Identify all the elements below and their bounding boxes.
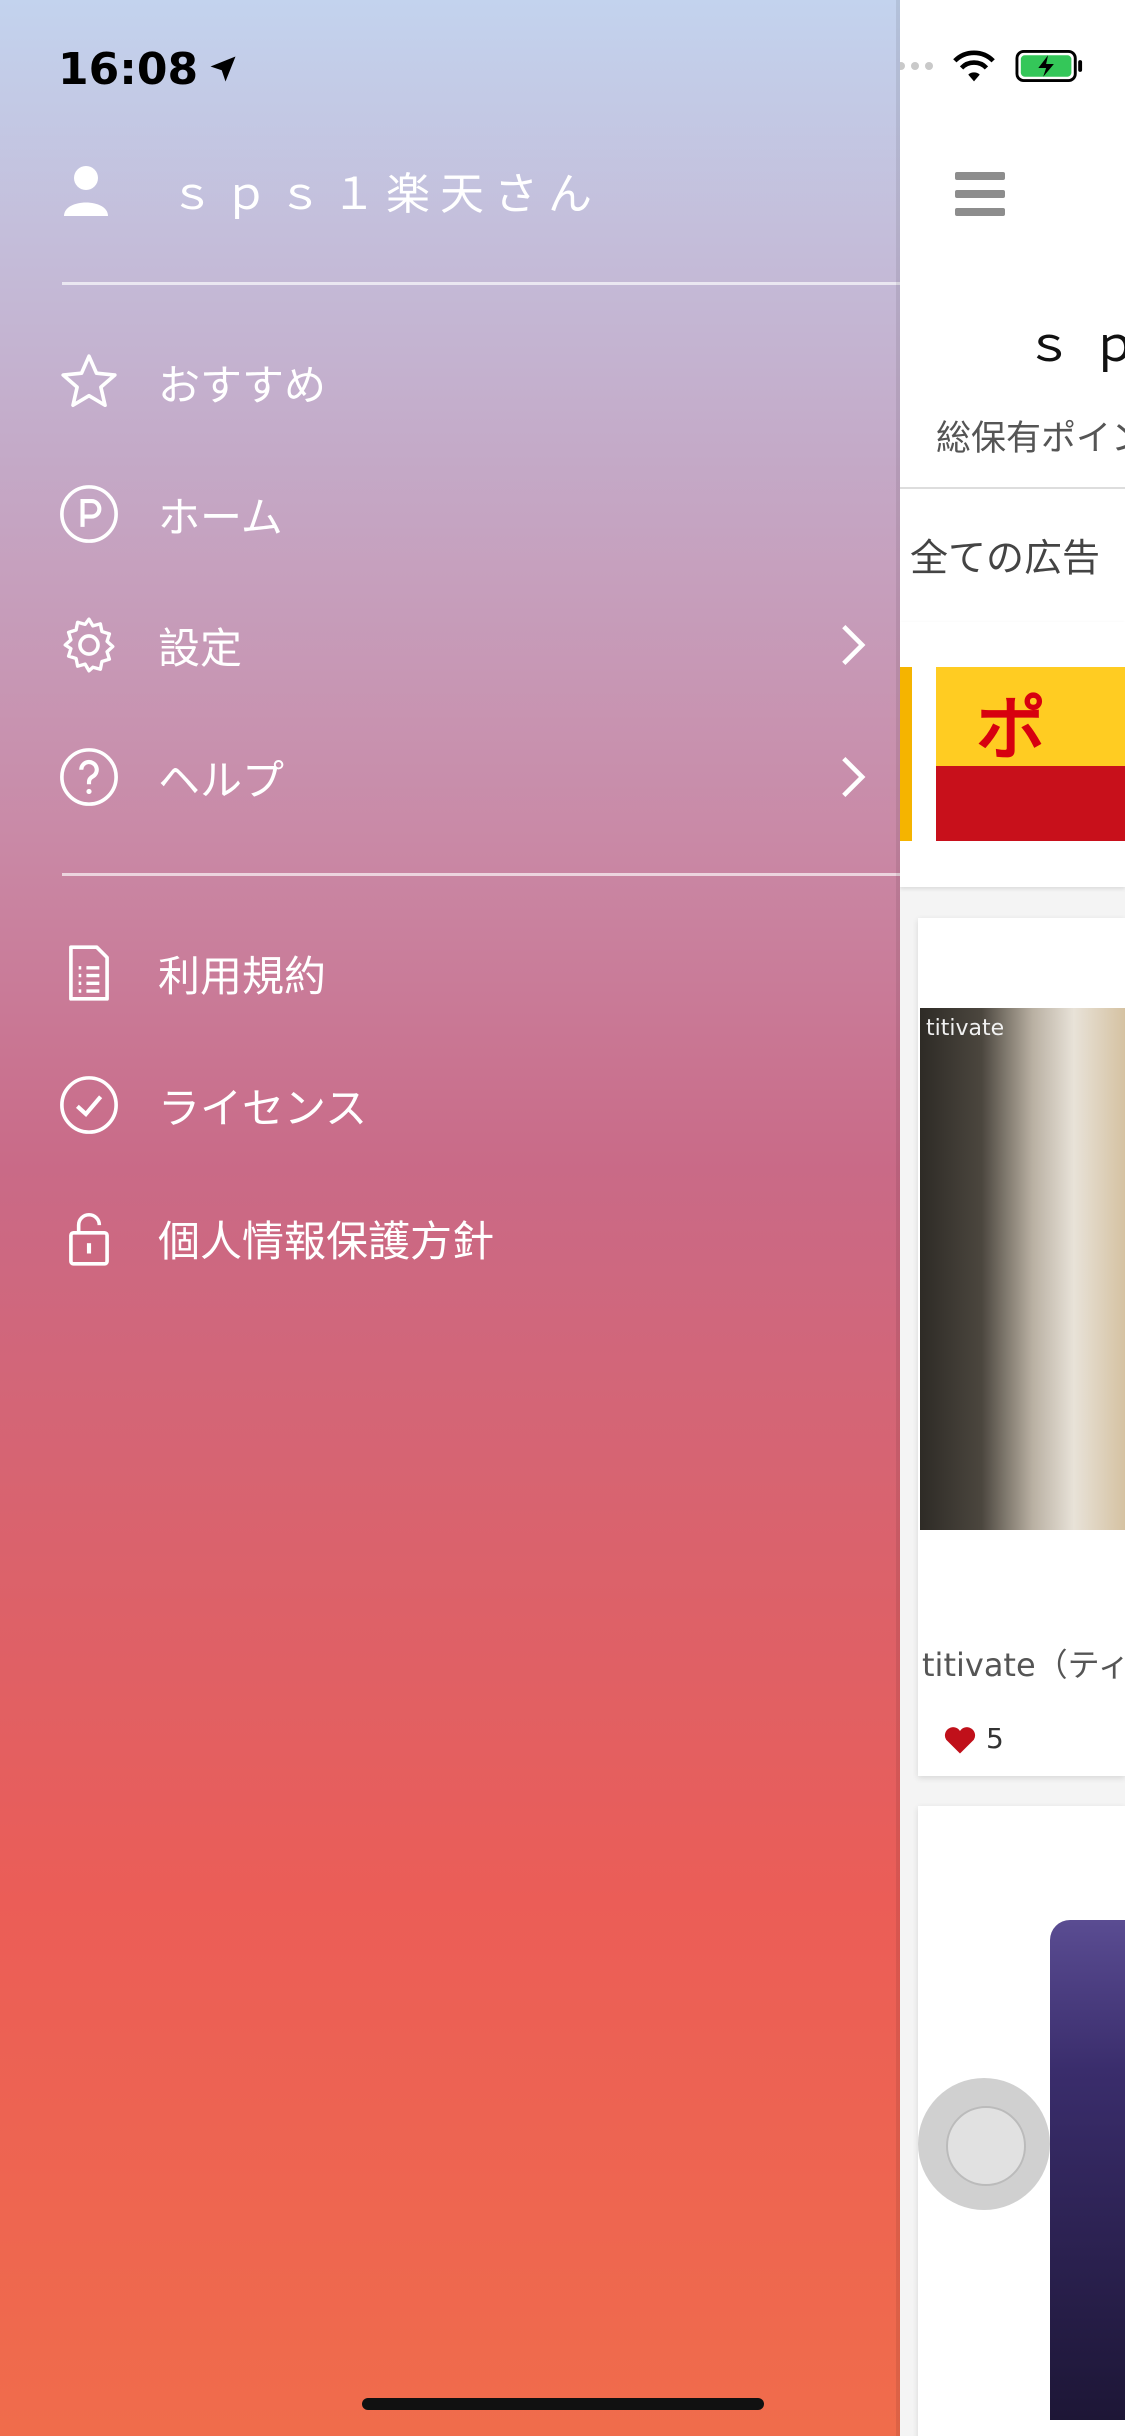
- photo-brand-text: titivate: [926, 1016, 1005, 1041]
- menu-label-privacy: 個人情報保護方針: [158, 1216, 495, 1266]
- fab-inner-circle: [946, 2106, 1026, 2186]
- check-circle-icon: [60, 1076, 118, 1134]
- hamburger-menu-icon[interactable]: [955, 172, 1005, 216]
- menu-item-privacy[interactable]: 個人情報保護方針: [58, 1193, 858, 1283]
- menu-item-settings[interactable]: 設定: [58, 600, 866, 690]
- points-label: 総保有ポイン: [936, 419, 1125, 459]
- chevron-right-icon: [842, 756, 866, 798]
- filter-label[interactable]: 全ての広告: [910, 527, 1100, 582]
- menu-item-home[interactable]: ホーム: [58, 469, 858, 559]
- status-bar-time: 16:08: [58, 43, 238, 95]
- menu-label-recommended: おすすめ: [158, 360, 327, 410]
- location-arrow-icon: [210, 56, 236, 82]
- menu-item-license[interactable]: ライセンス: [58, 1060, 858, 1150]
- chevron-right-icon: [842, 624, 866, 666]
- card-title: titivate（ティ: [922, 1646, 1125, 1684]
- likes-count: 5: [986, 1722, 1004, 1755]
- help-icon: [60, 748, 118, 806]
- likes-row[interactable]: 5: [942, 1722, 1004, 1755]
- menu-label-settings: 設定: [158, 623, 243, 673]
- divider: [62, 873, 900, 876]
- clock-text: 16:08: [58, 43, 199, 95]
- points-p-icon: [60, 485, 118, 543]
- banner-red-band: [936, 766, 1125, 841]
- product-bottle-image: [1050, 1920, 1125, 2420]
- document-icon: [69, 945, 109, 1001]
- side-drawer: 16:08 ｓｐｓ１楽天さん おすすめ ホーム 設定 ヘルプ 利用規約 ライセン: [0, 0, 900, 2436]
- user-name: ｓｐｓ１楽天さん: [170, 169, 602, 220]
- menu-label-terms: 利用規約: [158, 951, 327, 1001]
- banner-text: ポ: [976, 688, 1046, 770]
- promo-banner[interactable]: ポ: [936, 667, 1125, 841]
- star-icon: [61, 354, 117, 408]
- user-icon: [64, 166, 108, 216]
- home-indicator: [362, 2398, 764, 2410]
- signal-dots-icon: [900, 62, 933, 70]
- battery-charging-icon: [1015, 49, 1083, 83]
- app-title: ｓｐｓ: [1025, 319, 1125, 372]
- divider: [62, 282, 900, 285]
- main-content-peek[interactable]: ｓｐｓ 総保有ポイン 全ての広告 ポ titivate titivate（ティ …: [900, 0, 1125, 2436]
- lock-icon: [69, 1213, 109, 1266]
- banner-prev-edge: [900, 667, 912, 841]
- menu-item-recommended[interactable]: おすすめ: [58, 337, 858, 427]
- menu-item-help[interactable]: ヘルプ: [58, 732, 866, 822]
- menu-label-license: ライセンス: [158, 1083, 368, 1133]
- heart-icon: [944, 1726, 976, 1754]
- wifi-icon: [953, 50, 995, 82]
- menu-label-help: ヘルプ: [158, 755, 285, 805]
- gear-icon: [63, 617, 115, 673]
- menu-label-home: ホーム: [158, 492, 283, 542]
- floating-action-button[interactable]: [918, 2078, 1050, 2210]
- product-photo: titivate: [920, 1008, 1125, 1530]
- menu-item-terms[interactable]: 利用規約: [58, 928, 858, 1018]
- user-profile-row[interactable]: ｓｐｓ１楽天さん: [62, 158, 602, 222]
- status-bar-right: [900, 48, 1085, 84]
